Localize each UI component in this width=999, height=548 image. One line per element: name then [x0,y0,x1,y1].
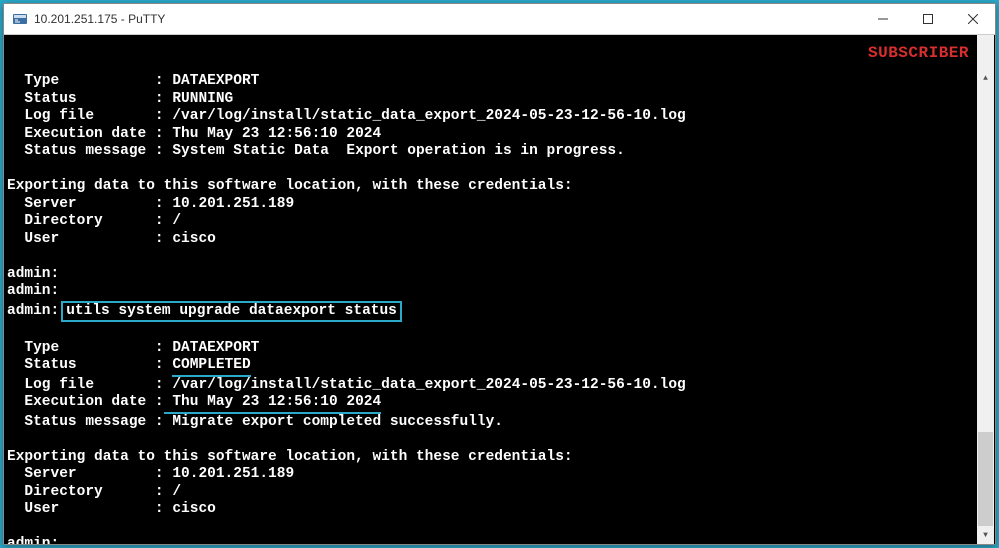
subscriber-label: SUBSCRIBER [868,45,969,63]
putty-icon [12,11,28,27]
scroll-down-icon[interactable]: ▼ [977,527,994,544]
scroll-thumb[interactable] [978,432,993,526]
b2-type-val: DATAEXPORT [164,340,260,356]
maximize-button[interactable] [905,4,950,34]
b1-exec-lbl: Execution date : [7,126,164,142]
scroll-up-icon[interactable]: ▲ [977,70,994,87]
b1-log-lbl: Log file : [7,108,164,124]
terminal-area[interactable]: SUBSCRIBER Type : DATAEXPORT Status : RU… [4,35,995,544]
b2-status-val: COMPLETED [172,357,250,377]
b1-status-lbl: Status : [7,91,164,107]
c2-dir-lbl: Directory : [7,484,164,500]
minimize-button[interactable] [860,4,905,34]
b1-msg-val: System Static Data Export operation is i… [164,143,625,159]
window-title: 10.201.251.175 - PuTTY [34,12,860,26]
c2-dir-val: / [164,484,181,500]
c1-dir-lbl: Directory : [7,213,164,229]
b1-type-val: DATAEXPORT [164,73,260,89]
b1-log-val: /var/log/install/static_data_export_2024… [164,108,686,124]
close-button[interactable] [950,4,995,34]
scrollbar[interactable]: ▲ ▼ [977,35,994,544]
b2-type-lbl: Type : [7,340,164,356]
b2-exec-val: Thu May 23 12:56:10 2024 [164,394,382,414]
b2-msg-lbl: Status message : [7,414,164,430]
c1-user-val: cisco [164,231,216,247]
b1-exec-val: Thu May 23 12:56:10 2024 [164,126,382,142]
prompt-1: admin: [7,266,59,282]
export-header-2: Exporting data to this software location… [7,449,573,465]
command-highlight: utils system upgrade dataexport status [61,301,402,323]
c1-server-val: 10.201.251.189 [164,196,295,212]
c2-user-lbl: User : [7,501,164,517]
c1-dir-val: / [164,213,181,229]
c2-server-lbl: Server : [7,466,164,482]
b1-type-lbl: Type : [7,73,164,89]
c1-user-lbl: User : [7,231,164,247]
b2-msg-val: Migrate export completed successfully. [164,414,503,430]
b2-log-lbl: Log file : [7,377,164,393]
c2-server-val: 10.201.251.189 [164,466,295,482]
prompt-2: admin: [7,283,59,299]
putty-window: 10.201.251.175 - PuTTY SUBSCRIBER Type :… [3,3,996,545]
window-controls [860,4,995,34]
c1-server-lbl: Server : [7,196,164,212]
b2-exec-lbl: Execution date : [7,394,164,410]
prompt-4: admin: [7,536,59,544]
c2-user-val: cisco [164,501,216,517]
b1-msg-lbl: Status message : [7,143,164,159]
titlebar[interactable]: 10.201.251.175 - PuTTY [4,4,995,35]
export-header-1: Exporting data to this software location… [7,178,573,194]
b2-log-val: /var/log/install/static_data_export_2024… [164,377,686,393]
b1-status-val: RUNNING [164,91,234,107]
prompt-3: admin: [7,303,59,319]
b2-status-lbl: Status : [7,357,172,373]
